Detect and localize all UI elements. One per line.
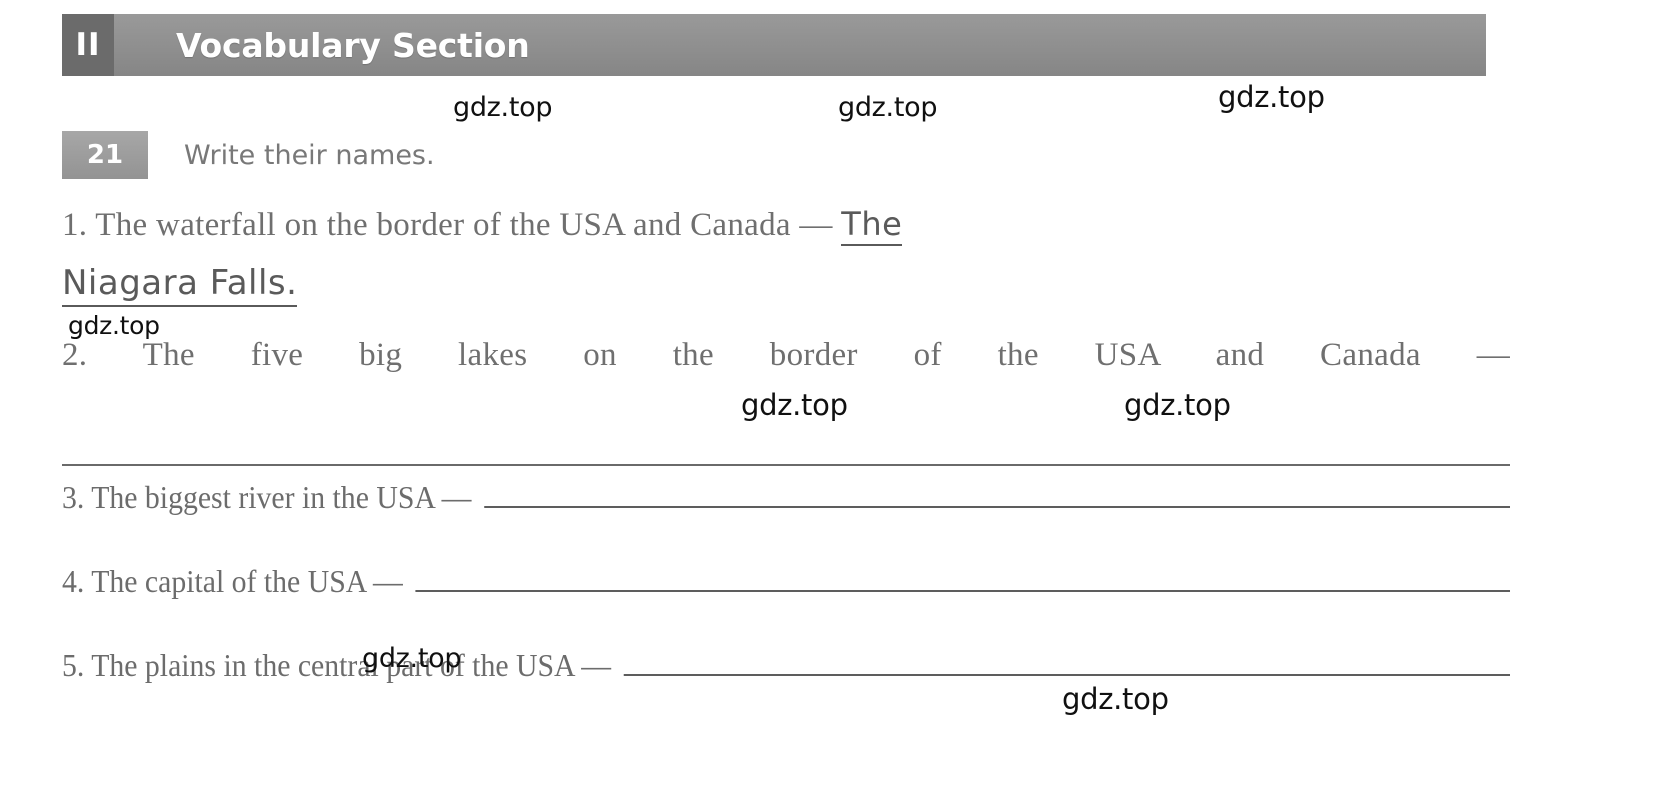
list-item: 1. The waterfall on the border of the US… <box>62 205 1510 246</box>
watermark-text: gdz.top <box>68 311 160 340</box>
item-1-question: 1. The waterfall on the border of the US… <box>62 207 833 243</box>
item-3-answer-blank[interactable] <box>484 506 1510 509</box>
list-item: 3. The biggest river in the USA — <box>62 479 1510 516</box>
watermark-text: gdz.top <box>838 92 938 123</box>
watermark-text: gdz.top <box>1062 682 1169 716</box>
exercise-header: 21 Write their names. <box>62 131 435 179</box>
item-1-answer-part2[interactable]: Niagara Falls. <box>62 263 298 307</box>
worksheet-page: II Vocabulary Section 21 Write their nam… <box>0 0 1653 812</box>
item-3-question: 3. The biggest river in the USA — <box>62 479 472 516</box>
item-4-question: 4. The capital of the USA — <box>62 563 403 600</box>
watermark-text: gdz.top <box>1124 388 1231 422</box>
section-numeral: II <box>62 14 114 76</box>
list-item: 2. The five big lakes on the border of t… <box>62 336 1510 376</box>
watermark-text: gdz.top <box>453 92 553 123</box>
watermark-text: gdz.top <box>362 643 462 674</box>
section-banner: II Vocabulary Section <box>62 14 1486 76</box>
watermark-text: gdz.top <box>741 388 848 422</box>
item-2-answer-blank[interactable] <box>62 464 1510 466</box>
item-2-question: 2. The five big lakes on the border of t… <box>62 336 1510 373</box>
list-item: 5. The plains in the central part of the… <box>62 647 1510 684</box>
section-title: Vocabulary Section <box>176 25 530 65</box>
list-item: 4. The capital of the USA — <box>62 563 1510 600</box>
exercise-number-badge: 21 <box>62 131 148 179</box>
watermark-text: gdz.top <box>1218 80 1325 114</box>
item-4-answer-blank[interactable] <box>415 590 1510 593</box>
item-1-answer-part1[interactable]: The <box>841 205 903 246</box>
item-5-answer-blank[interactable] <box>624 674 1510 677</box>
exercise-instruction: Write their names. <box>184 139 435 171</box>
item-5-question: 5. The plains in the central part of the… <box>62 647 612 684</box>
